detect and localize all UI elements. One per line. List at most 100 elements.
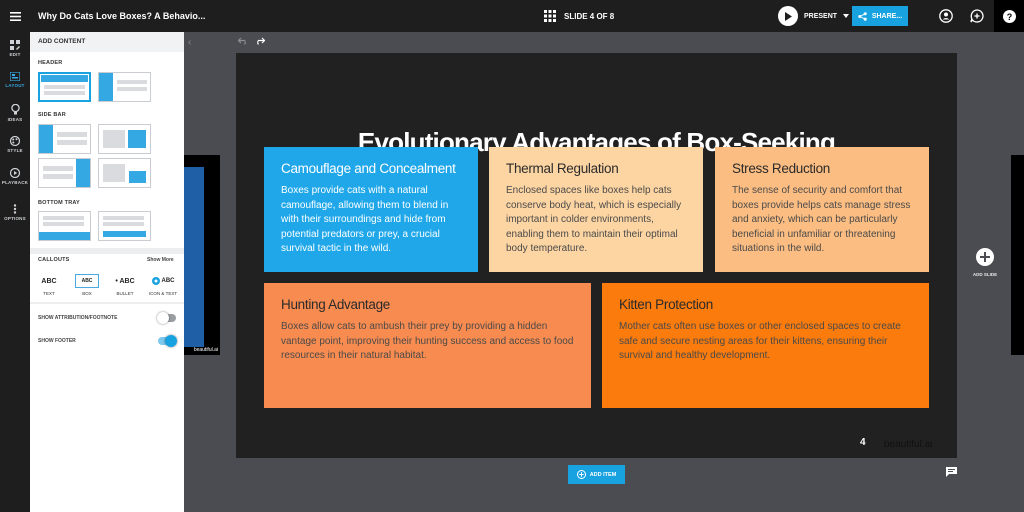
share-icon: [858, 11, 867, 21]
help-icon: ?: [1002, 9, 1016, 23]
callout-demo-wrap: ABC: [151, 274, 175, 288]
callout-options: ABC TEXT ABC BOX • ABC BULLET ABC ICON &…: [30, 274, 184, 296]
callout-icon-text[interactable]: ABC ICON & TEXT: [144, 274, 182, 296]
layout-option-sidebar-right-inset[interactable]: [98, 158, 151, 188]
section-header-title: HEADER: [38, 60, 63, 66]
callout-demo: ABC: [75, 274, 99, 288]
layout-icon: [10, 72, 20, 81]
user-icon: [939, 9, 953, 23]
share-button[interactable]: SHARE...: [852, 6, 908, 26]
callout-demo: • ABC: [115, 277, 135, 285]
panel-title: ADD CONTENT: [30, 32, 184, 52]
speaker-notes-icon[interactable]: [946, 467, 957, 477]
next-slide-thumbnail[interactable]: [1011, 155, 1024, 355]
callout-bullet[interactable]: • ABC BULLET: [106, 274, 144, 297]
card-body: The sense of security and comfort that b…: [732, 185, 911, 255]
rail-label: IDEAS: [7, 117, 23, 122]
play-icon: [778, 6, 798, 26]
content-card[interactable]: Thermal Regulation Enclosed spaces like …: [489, 147, 703, 272]
toggle-label: SHOW FOOTER: [38, 338, 76, 344]
rail-item-layout[interactable]: LAYOUT: [0, 72, 30, 88]
brand-logo: beautiful.ai: [884, 439, 933, 450]
card-title: Stress Reduction: [732, 161, 830, 176]
content-card[interactable]: Hunting Advantage Boxes allow cats to am…: [264, 283, 591, 408]
callout-text[interactable]: ABC TEXT: [30, 274, 68, 297]
callout-caption: ICON & TEXT: [148, 291, 178, 296]
layout-option-bottom-tray[interactable]: [38, 211, 91, 241]
previous-slide-content: [184, 167, 204, 347]
redo-icon[interactable]: [255, 37, 265, 45]
lightbulb-icon: [10, 104, 20, 115]
help-button[interactable]: ?: [994, 0, 1024, 32]
rail-label: OPTIONS: [4, 216, 26, 221]
footer-toggle[interactable]: [158, 335, 177, 347]
rail-item-options[interactable]: OPTIONS: [0, 204, 30, 221]
callout-demo: ABC: [41, 277, 57, 285]
section-bottom-tray-title: BOTTOM TRAY: [38, 200, 80, 206]
card-body: Boxes provide cats with a natural camouf…: [281, 185, 449, 255]
present-button[interactable]: PRESENT: [778, 6, 850, 26]
callout-caption: BULLET: [116, 291, 134, 296]
attribution-toggle[interactable]: [157, 312, 176, 324]
icon-text-icon: [151, 277, 160, 285]
callout-caption: TEXT: [43, 291, 55, 296]
add-slide-button[interactable]: ADD SLIDE: [968, 248, 1002, 277]
layout-option-header-top[interactable]: [38, 72, 91, 102]
rail-label: PLAYBACK: [1, 180, 29, 185]
content-card[interactable]: Stress Reduction The sense of security a…: [715, 147, 929, 272]
content-card[interactable]: Camouflage and Concealment Boxes provide…: [264, 147, 478, 272]
rail-item-edit[interactable]: EDIT: [0, 40, 30, 57]
hamburger-icon: [9, 11, 21, 21]
add-content-panel: ADD CONTENT HEADER SIDE BAR BOTTOM TRAY: [30, 32, 184, 512]
content-card[interactable]: Kitten Protection Mother cats often use …: [602, 283, 929, 408]
card-body: Boxes allow cats to ambush their prey by…: [281, 321, 574, 362]
card-title: Hunting Advantage: [281, 297, 390, 312]
panel-divider: [30, 302, 184, 304]
svg-text:?: ?: [1006, 12, 1012, 22]
card-title: Thermal Regulation: [506, 161, 619, 176]
layout-option-sidebar-left[interactable]: [38, 124, 91, 154]
palette-icon: [10, 136, 20, 146]
toggle-row-attribution: SHOW ATTRIBUTION/FOOTNOTE: [38, 312, 176, 324]
previous-slide-thumbnail[interactable]: beautiful.ai: [184, 155, 220, 355]
rail-item-ideas[interactable]: IDEAS: [0, 104, 30, 122]
layout-option-header-left[interactable]: [98, 72, 151, 102]
rail-item-playback[interactable]: PLAYBACK: [0, 168, 30, 185]
slide-navigator[interactable]: SLIDE 4 OF 8: [544, 0, 614, 32]
previous-slide-brand: beautiful.ai: [193, 347, 218, 353]
left-rail: EDIT LAYOUT IDEAS STYLE PLAYBACK OPTIONS: [0, 32, 30, 512]
undo-redo-controls: [238, 37, 265, 45]
card-title: Camouflage and Concealment: [281, 161, 456, 176]
add-comment-button[interactable]: [967, 6, 987, 26]
layout-option-sidebar-inset[interactable]: [98, 124, 151, 154]
section-sidebar-title: SIDE BAR: [38, 112, 66, 118]
callout-box[interactable]: ABC BOX: [68, 274, 106, 296]
card-body: Enclosed spaces like boxes help cats con…: [506, 185, 682, 255]
add-slide-label: ADD SLIDE: [972, 272, 998, 277]
callout-caption: BOX: [82, 291, 92, 296]
user-account-button[interactable]: [936, 6, 956, 26]
hamburger-menu-button[interactable]: [0, 0, 30, 32]
layout-option-sidebar-right[interactable]: [38, 158, 91, 188]
undo-icon[interactable]: [238, 37, 248, 45]
panel-divider: [30, 248, 184, 254]
show-more-link[interactable]: Show More: [147, 257, 174, 263]
layout-option-bottom-tray-inset[interactable]: [98, 211, 151, 241]
comment-add-icon: [970, 9, 984, 23]
add-item-button[interactable]: ADD ITEM: [568, 465, 625, 484]
document-title[interactable]: Why Do Cats Love Boxes? A Behavio...: [38, 0, 205, 32]
more-vertical-icon: [13, 204, 17, 214]
collapse-panel-chevron-icon[interactable]: ‹: [188, 37, 191, 48]
grid-icon[interactable]: [544, 10, 556, 22]
play-circle-icon: [10, 168, 20, 178]
plus-circle-icon: [976, 248, 994, 266]
edit-icon: [10, 40, 20, 50]
toggle-knob: [165, 335, 177, 347]
present-label: PRESENT: [804, 12, 838, 20]
toggle-label: SHOW ATTRIBUTION/FOOTNOTE: [38, 315, 118, 321]
rail-label: STYLE: [7, 148, 23, 153]
card-title: Kitten Protection: [619, 297, 713, 312]
slide-canvas[interactable]: Evolutionary Advantages of Box-Seeking C…: [236, 53, 957, 458]
rail-item-style[interactable]: STYLE: [0, 136, 30, 153]
card-body: Mother cats often use boxes or other enc…: [619, 321, 901, 362]
